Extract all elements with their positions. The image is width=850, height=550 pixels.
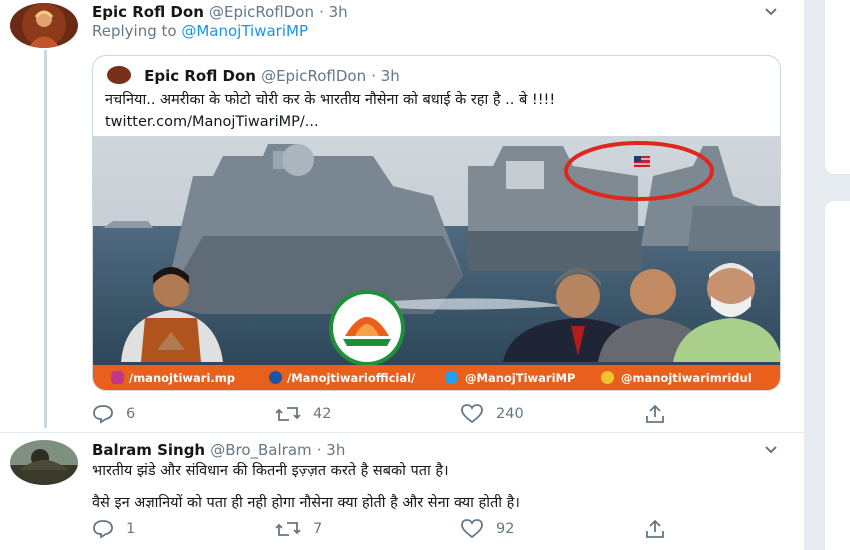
like-count: 92 <box>496 521 515 537</box>
quoted-tweet[interactable]: Epic Rofl Don @EpicRoflDon · 3h नचनिया..… <box>92 55 781 391</box>
koo-icon <box>601 371 614 384</box>
author-handle[interactable]: @Bro_Balram <box>210 441 311 459</box>
instagram-icon <box>111 371 124 384</box>
sidebar-card <box>824 200 850 550</box>
tweet-text-line2: वैसे इन अज्ञानियों को पता ही नही होगा नौ… <box>92 495 520 511</box>
replying-to-link[interactable]: @ManojTiwariMP <box>181 22 308 40</box>
retweet-icon <box>275 522 301 536</box>
quoted-author-name: Epic Rofl Don <box>144 67 256 85</box>
tweet-media[interactable]: /manojtiwari.mp /Manojtiwariofficial/ @M… <box>93 136 780 390</box>
heart-icon <box>461 404 483 424</box>
share-icon <box>646 404 664 423</box>
reply-icon <box>93 520 113 539</box>
avatar[interactable] <box>10 440 78 485</box>
quoted-tweet-body: नचनिया.. अमरीका के फोटो चोरी कर के भारती… <box>105 92 556 108</box>
footer-twitter: @ManojTiwariMP <box>465 371 576 385</box>
retweet-count: 7 <box>313 521 323 537</box>
tweet-time[interactable]: · 3h <box>319 3 348 21</box>
replying-prefix: Replying to <box>92 22 177 40</box>
like-count: 240 <box>496 406 524 422</box>
author-handle[interactable]: @EpicRoflDon <box>209 3 314 21</box>
quoted-tweet-time: · 3h <box>371 67 400 85</box>
replying-to: Replying to @ManojTiwariMP <box>92 22 308 40</box>
tweet-divider <box>0 432 804 433</box>
tweet-header: Epic Rofl Don @EpicRoflDon · 3h <box>92 2 348 21</box>
share-icon <box>646 519 664 538</box>
timeline-column: Epic Rofl Don @EpicRoflDon · 3h Replying… <box>0 0 804 550</box>
party-logo <box>329 290 405 366</box>
chevron-down-icon[interactable] <box>764 7 778 17</box>
avatar[interactable] <box>10 3 78 48</box>
thread-line <box>44 50 47 428</box>
reply-button[interactable]: 1 <box>92 519 135 539</box>
share-button[interactable] <box>644 404 678 424</box>
reply-button[interactable]: 6 <box>92 404 135 424</box>
reply-count: 6 <box>126 406 136 422</box>
author-name[interactable]: Epic Rofl Don <box>92 3 204 21</box>
facebook-icon <box>269 371 282 384</box>
tweet-text-line1: भारतीय झंडे और संविधान की कितनी इज़्ज़त … <box>92 463 449 479</box>
footer-facebook: /Manojtiwariofficial/ <box>287 371 416 385</box>
share-button[interactable] <box>644 519 678 539</box>
heart-icon <box>461 519 483 539</box>
reply-icon <box>93 405 113 424</box>
quoted-tweet-text: नचनिया.. अमरीका के फोटो चोरी कर के भारती… <box>105 89 765 133</box>
chevron-down-icon[interactable] <box>764 445 778 455</box>
avatar <box>107 66 131 84</box>
author-name[interactable]: Balram Singh <box>92 441 205 459</box>
twitter-icon <box>445 371 458 384</box>
media-footer: /manojtiwari.mp /Manojtiwariofficial/ @M… <box>93 365 780 390</box>
retweet-button[interactable]: 7 <box>275 519 322 539</box>
quoted-tweet-header: Epic Rofl Don @EpicRoflDon · 3h <box>107 66 400 85</box>
footer-instagram: /manojtiwari.mp <box>129 371 235 385</box>
like-button[interactable]: 240 <box>460 404 524 424</box>
quoted-author-handle: @EpicRoflDon <box>261 67 367 85</box>
retweet-button[interactable]: 42 <box>275 404 331 424</box>
sidebar-card <box>824 0 850 175</box>
warship-collage-image <box>93 136 780 390</box>
tweet-time[interactable]: · 3h <box>317 441 346 459</box>
tweet-header: Balram Singh @Bro_Balram · 3h <box>92 440 345 459</box>
like-button[interactable]: 92 <box>460 519 514 539</box>
reply-count: 1 <box>126 521 136 537</box>
retweet-count: 42 <box>313 406 332 422</box>
quoted-tweet-link[interactable]: twitter.com/ManojTiwariMP/... <box>105 111 765 133</box>
retweet-icon <box>275 407 301 421</box>
footer-koo: @manojtiwarimridul <box>621 371 752 385</box>
